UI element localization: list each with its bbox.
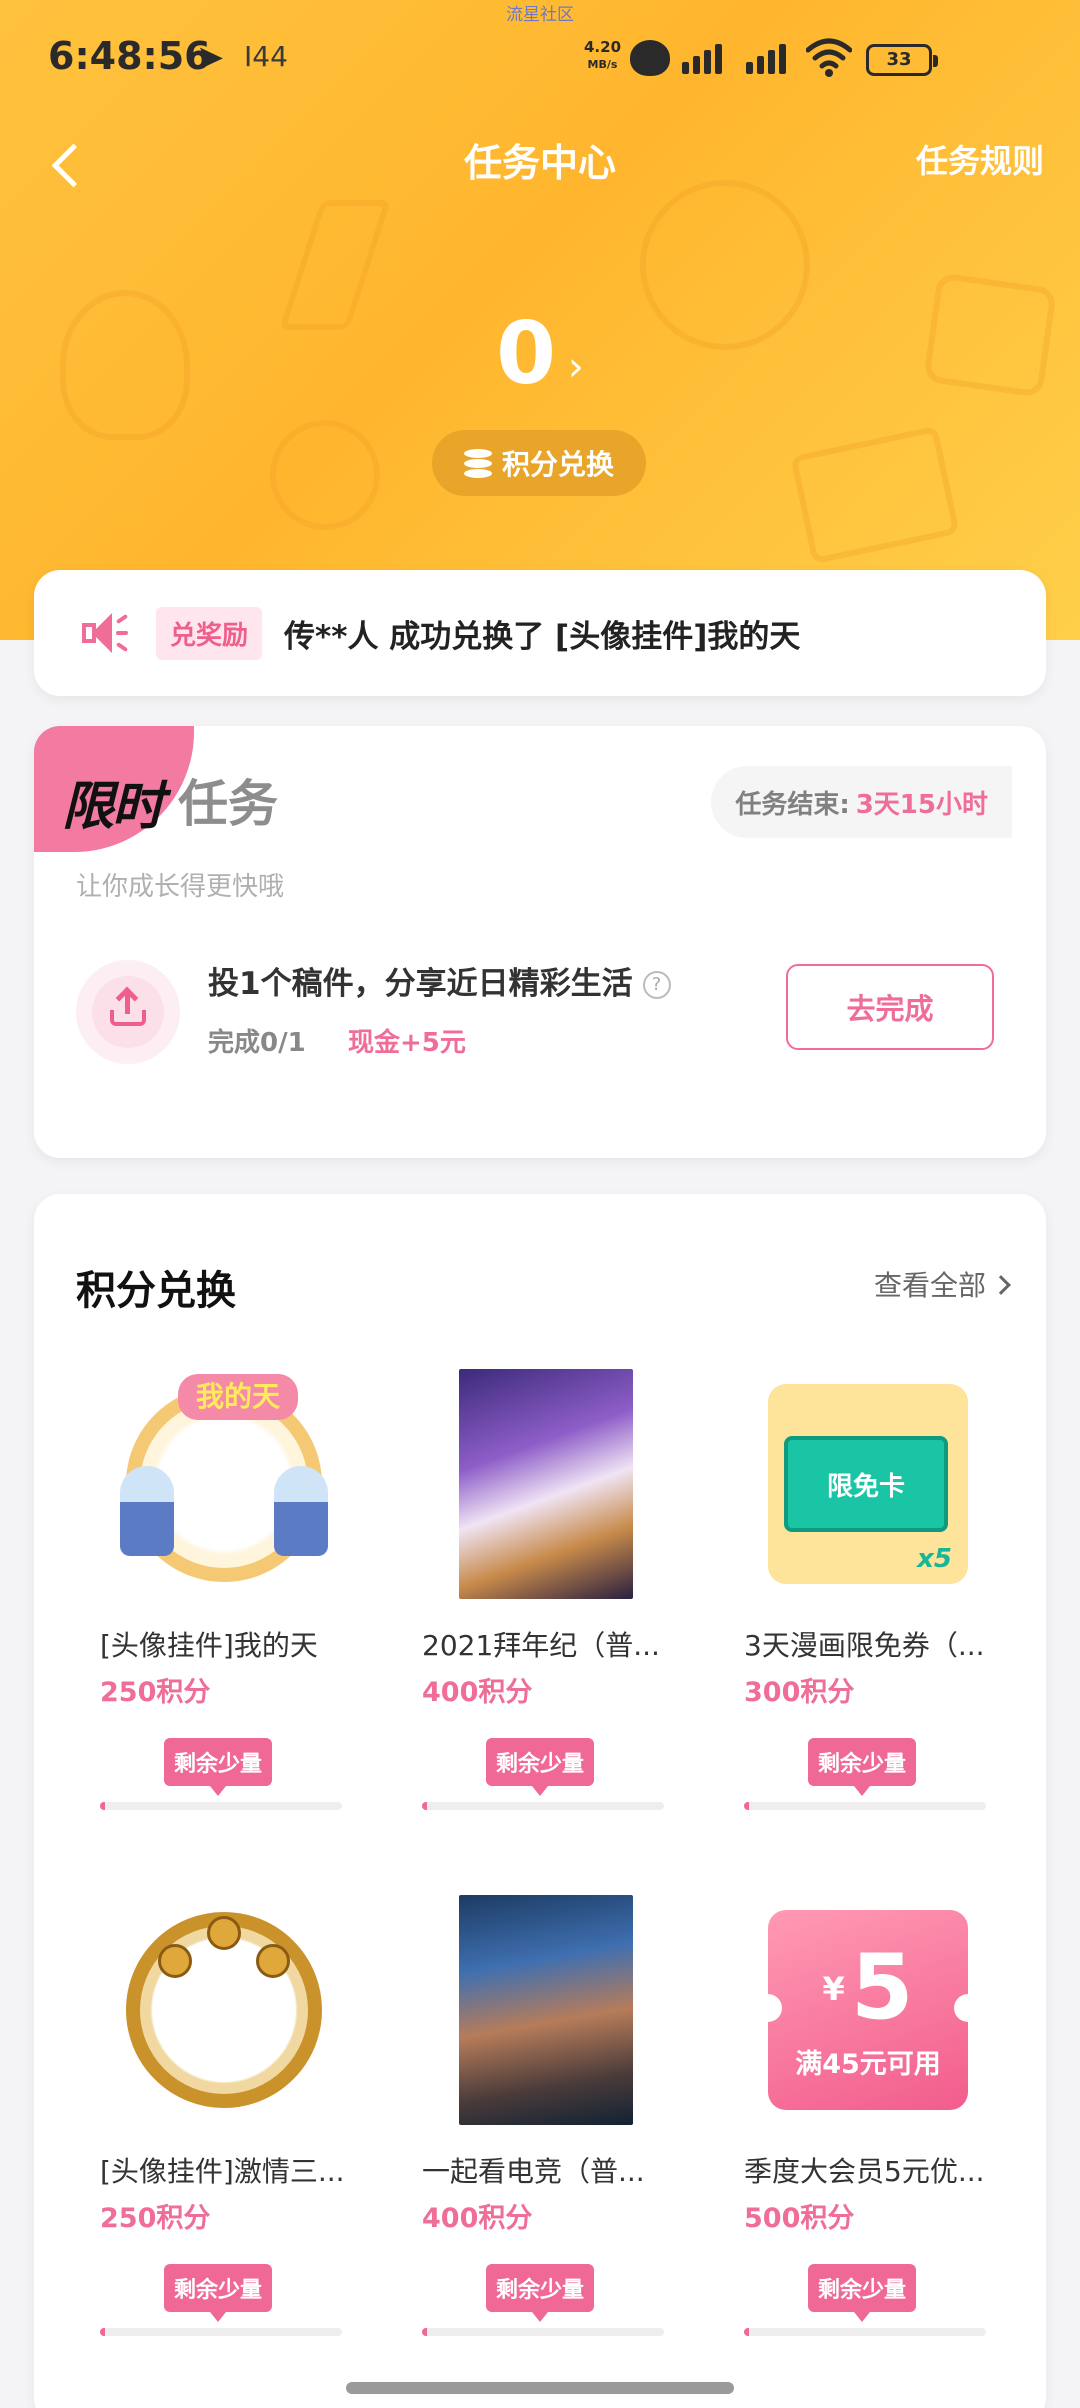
product-price: 400积分 [422, 1677, 533, 1708]
cat-icon [630, 40, 670, 76]
product-price: 300积分 [744, 1677, 855, 1708]
esports-poster-image [459, 1895, 633, 2125]
task-subtitle: 让你成长得更快哦 [76, 872, 285, 902]
stock-badge: 剩余少量 [164, 1738, 273, 1796]
coupon-condition: 满45元可用 [795, 2049, 941, 2080]
coupon-currency: ¥ [822, 1970, 845, 2008]
wifi-icon [806, 38, 852, 77]
task-section-title: 任务 [178, 775, 278, 833]
stock-badge: 剩余少量 [486, 2264, 595, 2322]
points-value: 0 [496, 304, 556, 404]
task-name-text: 投1个稿件，分享近日精彩生活 [208, 966, 633, 1002]
product-name: [头像挂件]我的天 [100, 1629, 318, 1662]
graduation-cap-icon [790, 425, 960, 565]
product-name: 季度大会员5元优... [744, 2155, 985, 2188]
notice-card: 兑奖励 传**人 成功兑换了 [头像挂件]我的天 [34, 570, 1046, 696]
speaker-icon [78, 611, 129, 655]
task-progress: 完成0/1 [208, 1028, 306, 1058]
product-thumbnail [94, 1890, 354, 2130]
chevron-right-icon: › [567, 344, 584, 390]
coupon-image: ¥5 满45元可用 [754, 1910, 982, 2110]
stock-badge: 剩余少量 [164, 2264, 273, 2322]
product-thumbnail [416, 1890, 676, 2130]
network-speed-unit: MB/s [587, 58, 618, 71]
stock-bar [100, 2328, 342, 2336]
stock-bar-fill [744, 2328, 749, 2336]
product-price: 400积分 [422, 2203, 533, 2234]
coupon-amount-value: 5 [850, 1935, 914, 2040]
product-name: 3天漫画限免券（... [744, 1629, 985, 1662]
notice-text: 传**人 成功兑换了 [头像挂件]我的天 [284, 618, 801, 655]
limited-badge: 限时 [62, 777, 164, 837]
shop-title: 积分兑换 [76, 1268, 236, 1314]
stock-badge: 剩余少量 [486, 1738, 595, 1796]
product-thumbnail: ¥5 满45元可用 [738, 1890, 998, 2130]
stock-bar [422, 1802, 664, 1810]
signal-icon [682, 42, 722, 74]
stock-badge: 剩余少量 [808, 1738, 917, 1796]
points-display[interactable]: 0 › [0, 308, 1080, 400]
task-name: 投1个稿件，分享近日精彩生活? [208, 958, 671, 1003]
upload-icon [76, 960, 180, 1064]
product-thumbnail [416, 1364, 676, 1604]
task-end-label: 任务结束: [735, 789, 850, 820]
avatar-frame-image: 我的天 [120, 1374, 328, 1582]
stock-badge: 剩余少量 [808, 2264, 917, 2322]
status-top-label: 流星社区 [506, 5, 574, 25]
coupon-amount: ¥5 [768, 1940, 968, 2037]
battery-indicator: 33 [866, 44, 938, 76]
stock-bar-fill [422, 2328, 427, 2336]
product-name: [头像挂件]激情三... [100, 2155, 345, 2188]
home-indicator[interactable] [346, 2382, 734, 2394]
signal-icon [746, 42, 786, 74]
go-complete-button[interactable]: 去完成 [786, 964, 994, 1050]
chevron-right-icon [991, 1275, 1011, 1295]
status-time: 6:48:56 [48, 34, 211, 78]
product-thumbnail: 我的天 [94, 1364, 354, 1604]
see-all-label: 查看全部 [873, 1269, 986, 1302]
product-price: 250积分 [100, 2203, 211, 2234]
avatar-frame-image [126, 1912, 322, 2108]
manga-card-label: 限免卡 [784, 1436, 948, 1532]
avatar-frame-title: 我的天 [178, 1374, 298, 1420]
stock-bar-fill [744, 1802, 749, 1810]
stock-bar-fill [100, 1802, 105, 1810]
location-arrow-icon: ➤ [196, 38, 225, 78]
status-extra: I44 [244, 40, 288, 73]
product-thumbnail: 限免卡 x5 [738, 1364, 998, 1604]
limited-task-card: 限时 任务 任务结束: 3天15小时 让你成长得更快哦 投1个稿件，分享近日精彩… [34, 726, 1046, 1158]
stock-bar [744, 2328, 986, 2336]
task-reward: 现金+5元 [348, 1028, 466, 1058]
product-name: 2021拜年纪（普... [422, 1629, 660, 1662]
reward-tag: 兑奖励 [156, 606, 263, 660]
manga-free-card-image: 限免卡 x5 [768, 1384, 968, 1584]
stock-bar [744, 1802, 986, 1810]
task-end-value: 3天15小时 [855, 789, 988, 820]
task-end-countdown: 任务结束: 3天15小时 [711, 766, 1012, 838]
anime-poster-image [459, 1369, 633, 1599]
stock-bar [100, 1802, 342, 1810]
stock-bar-fill [422, 1802, 427, 1810]
task-rules-link[interactable]: 任务规则 [916, 136, 1044, 182]
product-price: 500积分 [744, 2203, 855, 2234]
points-exchange-button[interactable]: 积分兑换 [432, 430, 646, 496]
network-speed-value: 4.20 [584, 38, 622, 56]
status-bar: 流星社区 6:48:56 ➤ I44 4.20 MB/s 33 [0, 0, 1080, 110]
see-all-link[interactable]: 查看全部 [873, 1264, 1011, 1304]
points-exchange-label: 积分兑换 [501, 448, 614, 481]
user-icon [270, 420, 380, 530]
stock-bar [422, 2328, 664, 2336]
product-price: 250积分 [100, 1677, 211, 1708]
network-speed: 4.20 MB/s [584, 38, 621, 74]
coins-icon [463, 449, 492, 478]
stock-bar-fill [100, 2328, 105, 2336]
points-shop-card: 积分兑换 查看全部 我的天 [头像挂件]我的天 250积分 剩余少量 2021拜… [34, 1194, 1046, 2408]
help-icon[interactable]: ? [642, 971, 671, 999]
product-name: 一起看电竞（普... [422, 2155, 645, 2188]
manga-card-multiplier: x5 [917, 1544, 952, 1574]
